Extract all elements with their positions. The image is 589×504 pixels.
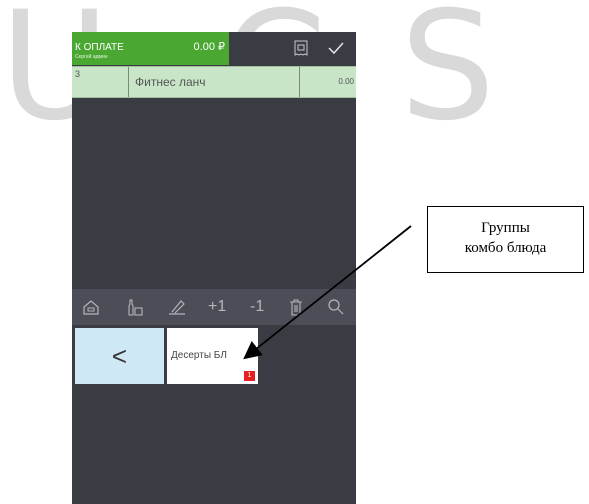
check-icon[interactable] bbox=[327, 40, 345, 56]
order-qty: 3 bbox=[72, 67, 129, 97]
minus-one-button[interactable]: -1 bbox=[250, 298, 264, 316]
back-button[interactable]: < bbox=[75, 328, 164, 384]
receipt-icon[interactable] bbox=[294, 40, 308, 56]
pencil-icon[interactable] bbox=[167, 298, 187, 316]
user-name: Сергей админ bbox=[75, 54, 108, 60]
callout-line: комбо блюда bbox=[464, 240, 547, 256]
menu-tile-name: Десерты БЛ bbox=[171, 350, 227, 361]
trash-icon[interactable] bbox=[288, 298, 304, 316]
order-row[interactable]: 3 Фитнес ланч 0.00 bbox=[72, 66, 356, 98]
tile-count-badge: 1 bbox=[244, 371, 255, 381]
menu-grid: < Десерты БЛ 1 bbox=[72, 325, 356, 504]
menu-tile[interactable]: Десерты БЛ 1 bbox=[167, 328, 258, 384]
pay-label: К ОПЛАТЕ bbox=[75, 42, 124, 53]
order-item-price: 0.00 bbox=[338, 77, 354, 86]
watermark-letter: S bbox=[400, 0, 496, 154]
callout-line: Группы bbox=[481, 220, 530, 236]
order-item-name: Фитнес ланч bbox=[130, 67, 300, 97]
action-toolbar: +1 -1 bbox=[72, 289, 356, 325]
total-amount: 0.00 ₽ bbox=[193, 41, 225, 53]
search-icon[interactable] bbox=[327, 298, 345, 316]
plus-one-button[interactable]: +1 bbox=[208, 298, 226, 316]
pay-button[interactable]: К ОПЛАТЕ Сергей админ 0.00 ₽ bbox=[72, 32, 229, 65]
home-icon[interactable] bbox=[82, 298, 100, 316]
app-screen: К ОПЛАТЕ Сергей админ 0.00 ₽ 3 Фитнес ла… bbox=[72, 32, 356, 504]
annotation-callout: Группы комбо блюда bbox=[427, 206, 584, 273]
top-bar: К ОПЛАТЕ Сергей админ 0.00 ₽ bbox=[72, 32, 356, 65]
bottle-icon[interactable] bbox=[126, 298, 144, 316]
